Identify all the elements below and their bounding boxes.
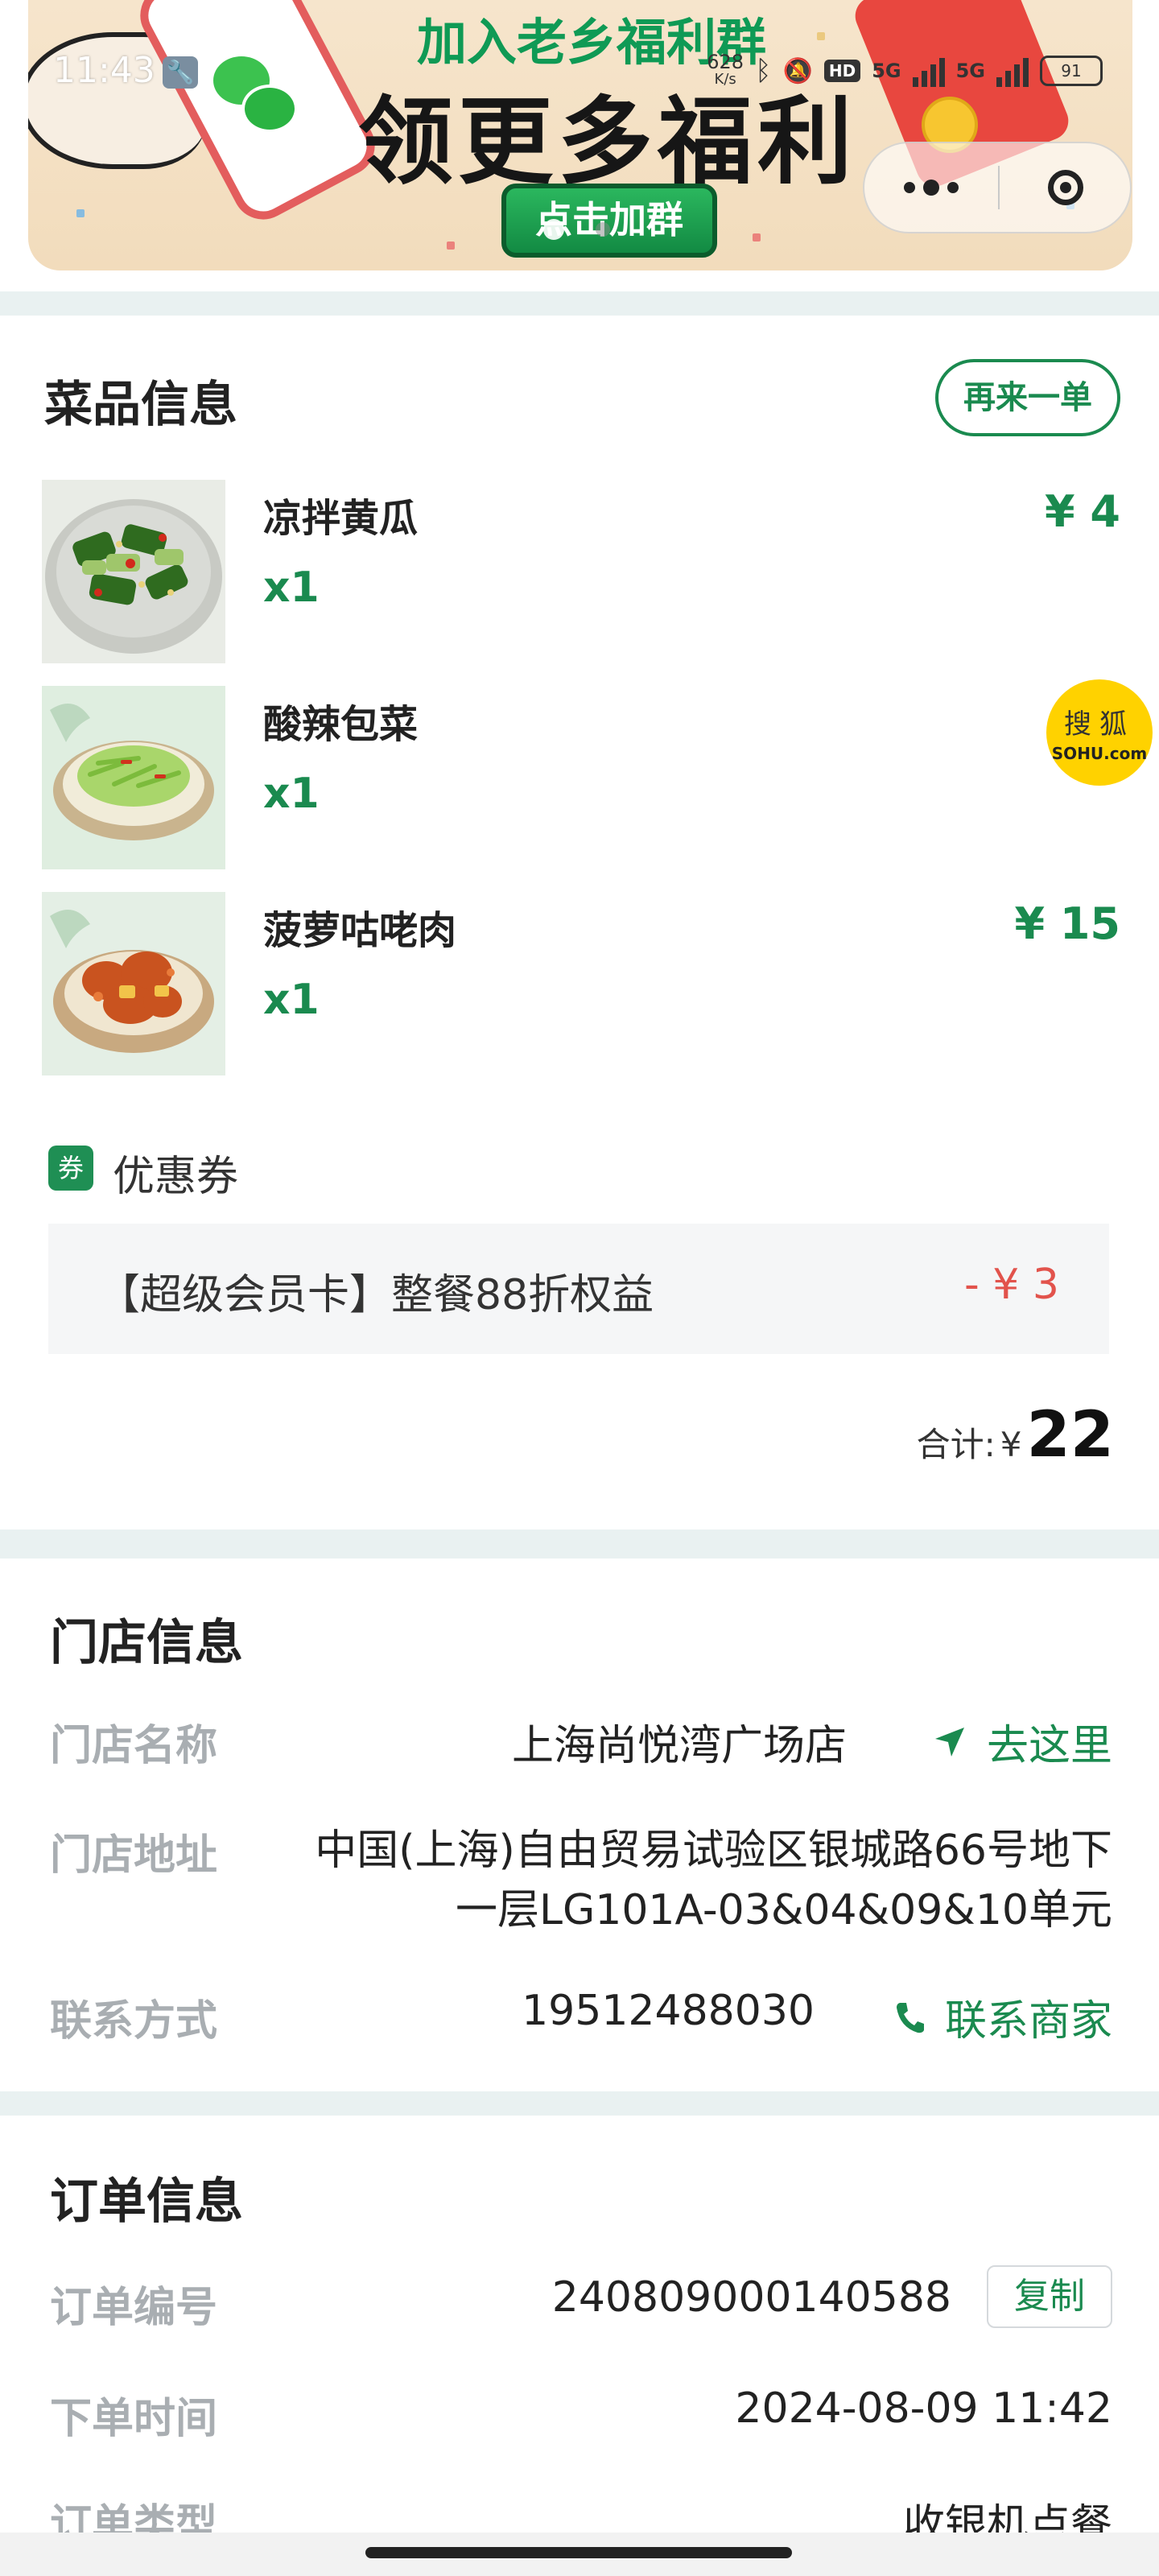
store-address-row: 门店地址 中国(上海)自由贸易试验区银城路66号地下一层LG101A-03&04…	[50, 1821, 1112, 1950]
banner-indicator	[596, 222, 610, 237]
order-card: 订单信息 订单编号 240809000140588 复制 下单时间 2024-0…	[0, 2116, 1159, 2576]
status-indicators: 628 K/s ᛒ 🔕 HD 5G 5G 91	[707, 51, 1103, 89]
store-section-title: 门店信息	[50, 1615, 243, 1671]
mute-icon: 🔕	[782, 56, 813, 85]
status-bar: 11:43 🔧 628 K/s ᛒ 🔕 HD 5G 5G 91	[0, 50, 1159, 98]
order-time-value: 2024-08-09 11:42	[735, 2384, 1112, 2433]
dish-image-cucumber	[42, 480, 225, 663]
coupon-description: 【超级会员卡】整餐88折权益	[98, 1271, 654, 1319]
dish-price: ¥ 15	[1014, 898, 1120, 949]
dish-image-pineapple-pork	[42, 892, 225, 1075]
signal-icon-2	[996, 55, 1029, 87]
banner-indicator-active	[543, 219, 564, 240]
order-time-label: 下单时间	[50, 2395, 218, 2443]
more-dots-icon[interactable]	[864, 143, 998, 232]
status-time: 11:43	[53, 50, 155, 91]
order-section-title: 订单信息	[50, 2174, 243, 2230]
network-speed-value: 628	[707, 51, 744, 73]
coupon-label: 优惠券	[113, 1153, 239, 1201]
navigate-link[interactable]: 去这里	[932, 1711, 1112, 1772]
order-number-row: 订单编号 240809000140588 复制	[50, 2265, 1112, 2338]
total-value: 22	[1026, 1399, 1114, 1472]
bluetooth-icon: ᛒ	[755, 55, 772, 87]
store-name-value: 上海尚悦湾广场店	[511, 1722, 847, 1770]
sohu-logo: 搜狐 SOHU.com	[1046, 679, 1153, 786]
join-group-button[interactable]: 点击加群	[501, 184, 717, 258]
store-contact-label: 联系方式	[50, 1997, 218, 2046]
order-total: 合计: ¥ 22	[917, 1399, 1114, 1472]
total-currency: ¥	[1000, 1425, 1022, 1464]
dishes-card: 菜品信息 再来一单 凉拌黄瓜 x1 ¥ 4 酸辣包菜 x1 菠萝咕咾肉 x1 ¥…	[0, 316, 1159, 1530]
order-number-label: 订单编号	[50, 2284, 218, 2332]
total-label: 合计:	[916, 1425, 996, 1464]
coupon-icon: 券	[48, 1146, 93, 1191]
phone-icon	[896, 2002, 924, 2033]
sohu-logo-en: SOHU.com	[1051, 744, 1148, 763]
wrench-icon: 🔧	[163, 56, 198, 89]
dish-item[interactable]: 酸辣包菜 x1	[42, 686, 1120, 869]
order-time-row: 下单时间 2024-08-09 11:42	[50, 2384, 1112, 2449]
dish-name: 凉拌黄瓜	[263, 496, 419, 541]
hd-badge: HD	[823, 60, 861, 82]
dish-quantity: x1	[263, 976, 320, 1024]
network-type-1: 5G	[872, 60, 901, 82]
order-number-value: 240809000140588	[551, 2273, 951, 2322]
store-phone-value: 19512488030	[522, 1987, 815, 2035]
dish-item[interactable]: 凉拌黄瓜 x1 ¥ 4	[42, 480, 1120, 663]
miniprogram-capsule	[863, 142, 1132, 233]
dish-image-cabbage	[42, 686, 225, 869]
navigate-label: 去这里	[986, 1722, 1112, 1770]
dish-quantity: x1	[263, 770, 320, 818]
dishes-section-title: 菜品信息	[44, 377, 237, 433]
sohu-logo-cn: 搜狐	[1064, 708, 1135, 741]
network-type-2: 5G	[955, 60, 985, 82]
dish-name: 菠萝咕咾肉	[263, 908, 457, 953]
dish-item[interactable]: 菠萝咕咾肉 x1 ¥ 15	[42, 892, 1120, 1075]
dish-price: ¥ 4	[1045, 486, 1120, 537]
store-name-row: 门店名称 上海尚悦湾广场店 去这里	[50, 1711, 1112, 1776]
coupon-detail: 【超级会员卡】整餐88折权益 - ¥ 3	[48, 1224, 1109, 1354]
sohu-float-button[interactable]: 搜狐 SOHU.com	[1024, 668, 1159, 803]
reorder-button[interactable]: 再来一单	[935, 359, 1120, 436]
coupon-amount: - ¥ 3	[964, 1261, 1059, 1309]
call-merchant-label: 联系商家	[944, 1997, 1112, 2046]
home-indicator[interactable]	[365, 2547, 792, 2558]
battery-icon: 91	[1040, 56, 1103, 86]
network-speed: 628 K/s	[707, 51, 744, 89]
close-target-icon[interactable]	[1000, 143, 1132, 232]
network-speed-unit: K/s	[714, 71, 736, 88]
copy-button[interactable]: 复制	[987, 2265, 1112, 2328]
store-card: 门店信息 门店名称 上海尚悦湾广场店 去这里 门店地址 中国(上海)自由贸易试验…	[0, 1558, 1159, 2091]
signal-icon	[912, 55, 945, 87]
store-address-value: 中国(上海)自由贸易试验区银城路66号地下一层LG101A-03&04&09&1…	[315, 1827, 1112, 1934]
store-name-label: 门店名称	[50, 1722, 218, 1770]
call-merchant-link[interactable]: 联系商家	[893, 1987, 1112, 2047]
store-address-label: 门店地址	[50, 1831, 218, 1880]
store-contact-row: 联系方式 19512488030 联系商家	[50, 1987, 1112, 2051]
dish-name: 酸辣包菜	[263, 702, 419, 747]
navigate-arrow-icon	[934, 1727, 964, 1757]
dish-quantity: x1	[263, 564, 320, 612]
